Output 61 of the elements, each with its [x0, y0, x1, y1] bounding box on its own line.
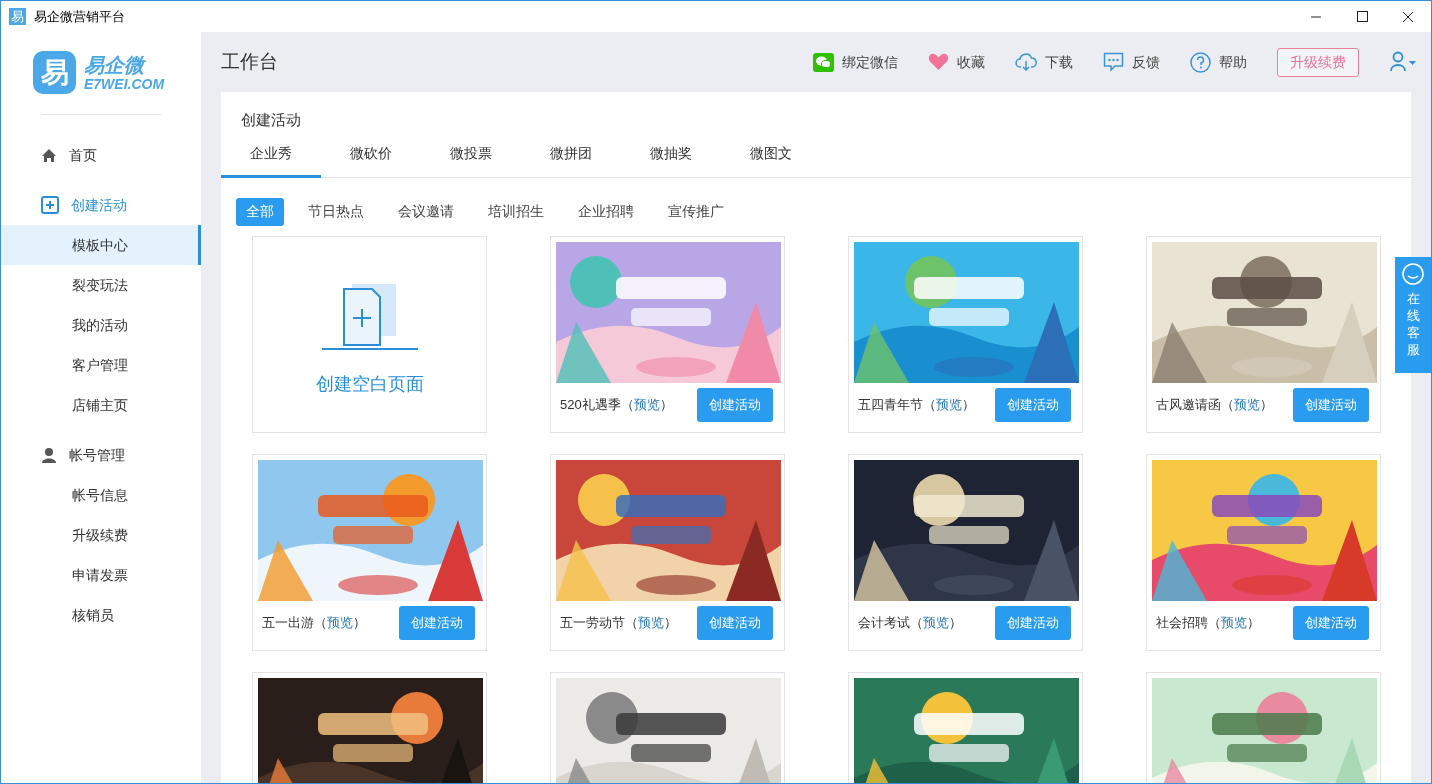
header-action[interactable]: 收藏	[928, 51, 985, 73]
sidebar-item[interactable]: 核销员	[1, 595, 201, 635]
sidebar-item[interactable]: 我的活动	[1, 305, 201, 345]
template-caption: 五一劳动节（预览）	[560, 613, 677, 632]
chat-bubble-icon	[1401, 263, 1425, 287]
user-menu-icon[interactable]	[1389, 51, 1419, 73]
template-caption: 古风邀请函（预览）	[1156, 395, 1273, 414]
panel-title: 创建活动	[240, 110, 302, 130]
sidebar-section[interactable]: 创建活动	[1, 185, 201, 225]
preview-link[interactable]: 预览	[936, 396, 962, 412]
filter-chip[interactable]: 培训招生	[478, 197, 554, 226]
window-title: 易企微营销平台	[34, 7, 125, 26]
sidebar-item[interactable]: 申请发票	[1, 555, 201, 595]
sidebar-section[interactable]: 帐号管理	[1, 435, 201, 475]
home-icon	[41, 147, 57, 163]
logo-domain: E7WEI.COM	[84, 76, 165, 91]
logo-name: 易企微	[84, 54, 147, 75]
template-caption: 520礼遇季（预览）	[560, 395, 673, 414]
page-title: 工作台	[221, 49, 279, 74]
plus-square-icon	[41, 196, 59, 214]
template-caption: 会计考试（预览）	[858, 613, 962, 632]
header-action[interactable]: 绑定微信	[813, 51, 898, 73]
header-action[interactable]: 帮助	[1190, 51, 1247, 73]
sidebar-item[interactable]: 客户管理	[1, 345, 201, 385]
tab[interactable]: 微抽奖	[621, 131, 721, 178]
wechat-icon	[813, 52, 834, 72]
tab[interactable]: 微砍价	[321, 131, 421, 178]
filter-chip[interactable]: 企业招聘	[568, 197, 644, 226]
preview-link[interactable]: 预览	[633, 396, 660, 412]
tab[interactable]: 微图文	[721, 131, 821, 178]
blank-page-label: 创建空白页面	[315, 372, 424, 396]
help-icon	[1190, 51, 1211, 73]
tab[interactable]: 企业秀	[221, 131, 321, 178]
preview-link[interactable]: 预览	[638, 614, 664, 630]
preview-link[interactable]: 预览	[327, 614, 353, 630]
sidebar-section[interactable]: 首页	[1, 135, 201, 175]
heart-icon	[928, 53, 949, 71]
sidebar-item[interactable]: 模板中心	[1, 225, 201, 265]
sidebar-item[interactable]: 升级续费	[1, 515, 201, 555]
filter-chip[interactable]: 宣传推广	[658, 197, 734, 226]
blank-page-card[interactable]: 创建空白页面	[252, 235, 487, 433]
person-icon	[41, 447, 57, 463]
chat-icon	[1103, 52, 1124, 72]
cloud-download-icon	[1015, 52, 1037, 72]
preview-link[interactable]: 预览	[923, 614, 949, 630]
tab[interactable]: 微拼团	[521, 131, 621, 178]
preview-link[interactable]: 预览	[1234, 396, 1260, 412]
logo-icon: 易	[33, 51, 76, 94]
sidebar-item[interactable]: 裂变玩法	[1, 265, 201, 305]
template-caption: 社会招聘（预览）	[1156, 613, 1260, 632]
app-icon: 易	[9, 8, 26, 25]
filter-chip[interactable]: 节日热点	[298, 197, 374, 226]
template-caption: 五一出游（预览）	[262, 613, 366, 632]
tab[interactable]: 微投票	[421, 131, 521, 178]
sidebar-item[interactable]: 店铺主页	[1, 385, 201, 425]
template-caption: 五四青年节（预览）	[858, 395, 975, 414]
preview-link[interactable]: 预览	[1221, 614, 1247, 630]
filter-chip[interactable]: 会议邀请	[388, 197, 464, 226]
sidebar-item[interactable]: 帐号信息	[1, 475, 201, 515]
header-action[interactable]: 下载	[1015, 51, 1073, 73]
header-action[interactable]: 反馈	[1103, 51, 1160, 73]
